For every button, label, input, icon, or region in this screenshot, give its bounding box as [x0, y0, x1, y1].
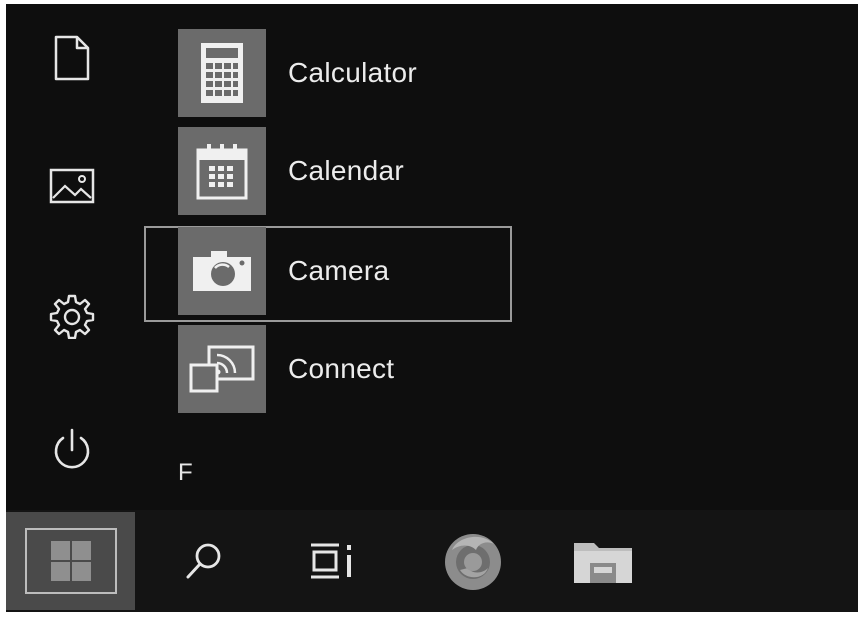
- app-item-calendar[interactable]: Calendar: [178, 126, 404, 216]
- documents-button[interactable]: [34, 28, 110, 88]
- app-tile: [178, 127, 266, 215]
- app-label-camera: Camera: [288, 255, 390, 286]
- app-tile: [178, 29, 266, 117]
- app-item-connect[interactable]: Connect: [178, 324, 394, 414]
- app-label-connect: Connect: [288, 353, 395, 384]
- start-menu-rail: [6, 4, 141, 510]
- task-view-button[interactable]: [292, 512, 372, 610]
- windows-start-icon: [50, 541, 91, 581]
- start-button-focus: [24, 528, 117, 594]
- section-header-f[interactable]: F: [178, 459, 193, 487]
- settings-gear-icon: [49, 294, 95, 339]
- documents-icon: [54, 35, 90, 81]
- app-label-calendar: Calendar: [288, 155, 405, 186]
- camera-icon: [193, 251, 251, 291]
- task-view-icon: [311, 543, 351, 579]
- settings-button[interactable]: [34, 286, 110, 346]
- start-menu-window: Calculator Calendar Camera Connect F: [6, 4, 858, 612]
- calendar-icon: [196, 144, 248, 200]
- firefox-icon: [445, 534, 501, 590]
- taskbar: [6, 510, 858, 612]
- firefox-button[interactable]: [433, 512, 513, 610]
- search-button[interactable]: [164, 512, 244, 610]
- app-tile: [178, 227, 266, 315]
- app-label-calculator: Calculator: [288, 57, 418, 88]
- file-explorer-icon: [574, 543, 632, 583]
- connect-icon: [189, 345, 255, 393]
- pictures-icon: [49, 168, 95, 204]
- search-icon: [186, 543, 221, 579]
- app-item-camera[interactable]: Camera: [178, 226, 389, 316]
- file-explorer-button[interactable]: [563, 512, 643, 610]
- app-item-calculator[interactable]: Calculator: [178, 28, 417, 118]
- pictures-button[interactable]: [34, 156, 110, 216]
- start-button[interactable]: [6, 512, 135, 610]
- power-icon: [54, 428, 90, 469]
- calculator-icon: [201, 43, 243, 103]
- power-button[interactable]: [34, 420, 110, 480]
- app-tile: [178, 325, 266, 413]
